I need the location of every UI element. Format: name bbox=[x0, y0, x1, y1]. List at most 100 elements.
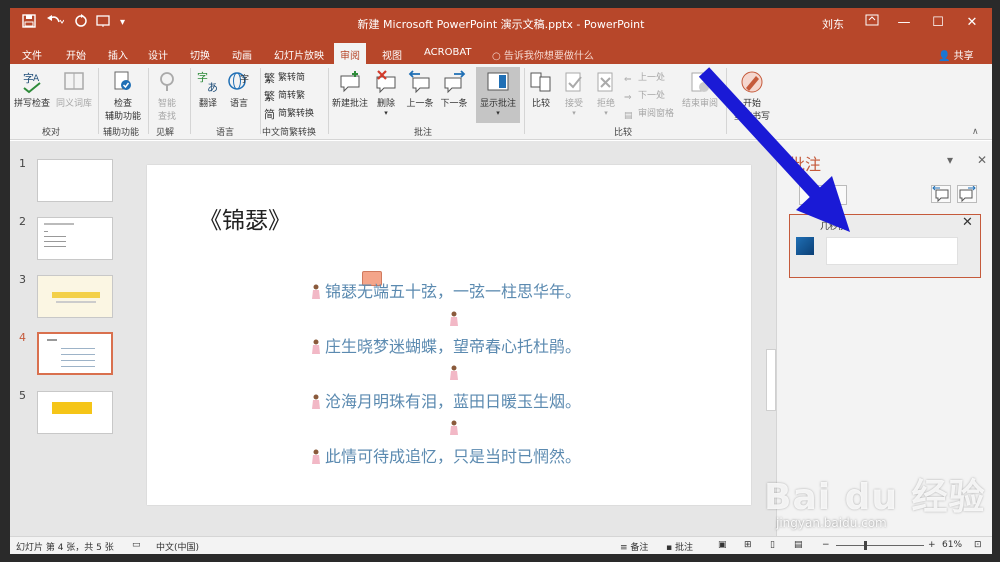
comment-input[interactable] bbox=[826, 237, 958, 265]
notes-button[interactable]: ≡ 备注 bbox=[620, 540, 648, 553]
review-pane-button[interactable]: ▤ 审阅窗格 bbox=[624, 106, 674, 123]
tell-me-box[interactable]: ○ 告诉我你想要做什么 bbox=[492, 47, 594, 62]
translate-button[interactable]: 字あ 翻译 bbox=[194, 70, 222, 109]
zoom-level[interactable]: 61% bbox=[942, 540, 962, 550]
ribbon-display-icon[interactable] bbox=[862, 13, 882, 33]
trad-to-simp-button[interactable]: 繁繁转简 bbox=[264, 70, 306, 85]
start-inking-button[interactable]: 开始 墨迹书写 bbox=[732, 70, 772, 122]
chevron-down-icon[interactable]: ▾ bbox=[947, 153, 953, 167]
next-change-label: 下一处 bbox=[638, 91, 666, 101]
poem-line[interactable]: 此情可待成追忆，只是当时已惘然。 bbox=[311, 443, 581, 467]
poem-line[interactable]: 庄生晓梦迷蝴蝶，望帝春心托杜鹃。 bbox=[311, 333, 581, 357]
figure-icon bbox=[450, 365, 458, 380]
tab-transitions[interactable]: 切换 bbox=[184, 43, 216, 64]
language-label: 语言 bbox=[229, 99, 248, 109]
thumb-number: 4 bbox=[19, 331, 26, 344]
tab-insert[interactable]: 插入 bbox=[102, 43, 134, 64]
normal-view-icon[interactable]: ▣ bbox=[718, 540, 727, 550]
close-icon[interactable]: ✕ bbox=[977, 153, 987, 167]
close-icon[interactable]: ✕ bbox=[962, 13, 982, 33]
reject-button[interactable]: 拒绝 ▾ bbox=[592, 70, 620, 117]
tab-acrobat[interactable]: ACROBAT bbox=[418, 43, 478, 64]
watermark-logo: Bai du 经验 bbox=[764, 477, 986, 518]
trad-label: 繁转简 bbox=[278, 73, 306, 83]
previous-comment-icon[interactable] bbox=[931, 185, 951, 203]
watermark-url: jingyan.baidu.com bbox=[776, 516, 887, 530]
comments-pane-title: 批注 bbox=[789, 155, 822, 174]
slide-thumbnail-2[interactable] bbox=[37, 217, 113, 260]
comment-card[interactable]: 几秒前 ✕ bbox=[789, 214, 981, 278]
reading-view-icon[interactable]: ▯ bbox=[770, 540, 775, 550]
figure-icon bbox=[312, 449, 320, 464]
zoom-slider[interactable] bbox=[836, 545, 924, 546]
maximize-icon[interactable]: ☐ bbox=[928, 13, 948, 33]
new-comment-button[interactable]: 新建批注 bbox=[330, 70, 370, 109]
language-button[interactable]: 字 语言 bbox=[224, 70, 254, 109]
status-bar: 幻灯片 第 4 张，共 5 张 ▭ 中文(中国) ≡ 备注 ▪ 批注 ▣ ⊞ ▯… bbox=[10, 536, 992, 554]
smart-lookup-button[interactable]: 智能 查找 bbox=[150, 70, 184, 122]
slide-thumbnail-1[interactable] bbox=[37, 159, 113, 202]
tab-review[interactable]: 审阅 bbox=[334, 43, 366, 64]
compare-label: 比较 bbox=[531, 99, 550, 109]
previous-comment-button[interactable]: 上一条 bbox=[404, 70, 436, 109]
spelling-icon: 字A bbox=[23, 71, 41, 94]
translate-icon: 字あ bbox=[197, 70, 218, 94]
current-slide[interactable]: 《锦瑟》 锦瑟无端五十弦，一弦一柱思华年。 庄生晓梦迷蝴蝶，望帝春心托杜鹃。 沧… bbox=[147, 165, 751, 505]
slide-thumbnail-3[interactable] bbox=[37, 275, 113, 318]
poem-line[interactable]: 沧海月明珠有泪，蓝田日暖玉生烟。 bbox=[311, 388, 581, 412]
fit-slide-icon[interactable]: ⊡ bbox=[974, 540, 982, 550]
end-review-button[interactable]: 结束审阅 bbox=[682, 70, 718, 109]
zoom-slider-thumb[interactable] bbox=[864, 541, 867, 550]
reject-label: 拒绝 bbox=[596, 99, 615, 109]
next-comment-icon[interactable] bbox=[957, 185, 977, 203]
next-label: 下一条 bbox=[440, 99, 468, 109]
comments-status-button[interactable]: ▪ 批注 bbox=[666, 540, 693, 553]
minimize-icon[interactable]: — bbox=[894, 13, 914, 33]
simp-label: 简转繁 bbox=[278, 91, 306, 101]
figure-icon bbox=[312, 339, 320, 354]
check-accessibility-button[interactable]: 检查 辅助功能 bbox=[102, 70, 144, 122]
simp-to-trad-button[interactable]: 繁简转繁 bbox=[264, 88, 306, 103]
slideshow-icon[interactable]: ▤ bbox=[794, 540, 803, 550]
next-change-button[interactable]: ⇒ 下一处 bbox=[624, 88, 665, 105]
spelling-button[interactable]: 字A 拼写检查 bbox=[12, 70, 52, 109]
zoom-out-icon[interactable]: − bbox=[822, 540, 830, 550]
collapse-ribbon-icon[interactable]: ∧ bbox=[972, 127, 979, 137]
slide-thumbnail-5[interactable] bbox=[37, 391, 113, 434]
convert-button[interactable]: 简简繁转换 bbox=[264, 106, 314, 121]
poem-line[interactable]: 锦瑟无端五十弦，一弦一柱思华年。 bbox=[311, 278, 581, 302]
tab-design[interactable]: 设计 bbox=[142, 43, 174, 64]
previous-change-button[interactable]: ⇐ 上一处 bbox=[624, 70, 665, 87]
ink-label-2: 墨迹书写 bbox=[733, 112, 770, 122]
tab-animations[interactable]: 动画 bbox=[226, 43, 258, 64]
show-comments-button[interactable]: 显示批注 ▾ bbox=[476, 70, 520, 117]
next-comment-button[interactable]: 下一条 bbox=[438, 70, 470, 109]
tab-slideshow[interactable]: 幻灯片放映 bbox=[268, 43, 330, 64]
zoom-in-icon[interactable]: + bbox=[928, 540, 936, 550]
group-divider bbox=[260, 68, 261, 134]
tab-file[interactable]: 文件 bbox=[16, 43, 48, 64]
user-name[interactable]: 刘东 bbox=[822, 16, 844, 32]
group-chinese-conversion: 中文简繁转换 bbox=[262, 128, 317, 138]
slide-sorter-icon[interactable]: ⊞ bbox=[744, 540, 752, 550]
group-proofing: 校对 bbox=[42, 128, 61, 138]
accept-icon bbox=[565, 72, 582, 92]
compare-button[interactable]: 比较 bbox=[526, 70, 556, 109]
delete-comment-icon[interactable]: ✕ bbox=[962, 215, 973, 230]
language-status[interactable]: 中文(中国) bbox=[156, 540, 199, 553]
thesaurus-button[interactable]: 同义词库 bbox=[52, 70, 96, 109]
share-button[interactable]: 👤 共享 bbox=[938, 47, 974, 62]
tab-view[interactable]: 视图 bbox=[376, 43, 408, 64]
delete-comment-button[interactable]: 删除 ▾ bbox=[372, 70, 400, 117]
new-comment-pane-button[interactable]: 新建 bbox=[799, 185, 847, 205]
accept-button[interactable]: 接受 ▾ bbox=[560, 70, 588, 117]
scrollbar-thumb[interactable] bbox=[766, 349, 776, 411]
review-ribbon: 字A 拼写检查 同义词库 校对 检查 辅助功能 辅助功能 智能 查找 见解 字あ… bbox=[10, 64, 992, 140]
slide-thumbnail-4[interactable] bbox=[37, 332, 113, 375]
tab-home[interactable]: 开始 bbox=[60, 43, 92, 64]
ink-label-1: 开始 bbox=[742, 99, 761, 109]
slide-title[interactable]: 《锦瑟》 bbox=[199, 201, 291, 235]
new-comment-pane-label: 新建 bbox=[818, 193, 838, 204]
proofing-icon[interactable]: ▭ bbox=[132, 540, 141, 550]
figure-icon bbox=[450, 311, 458, 326]
